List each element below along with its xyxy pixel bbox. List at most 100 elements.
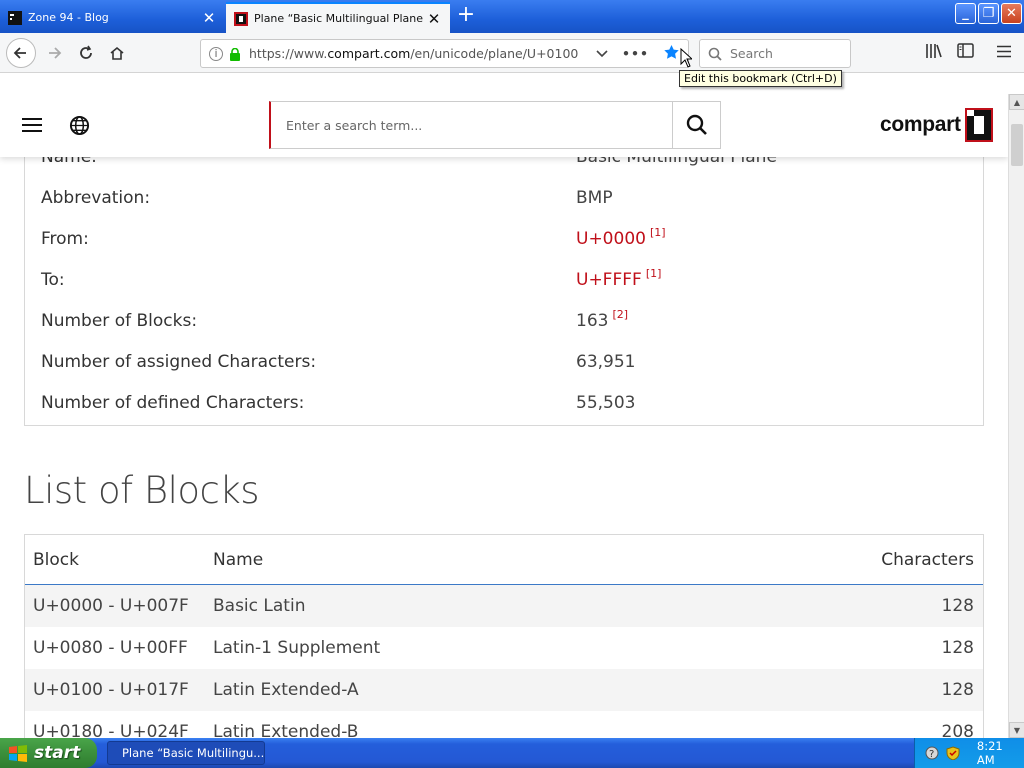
footnote-ref[interactable]: [1] bbox=[646, 267, 662, 280]
footnote-ref[interactable]: [1] bbox=[650, 226, 666, 239]
block-name: Latin-1 Supplement bbox=[213, 638, 381, 658]
property-label: To: bbox=[41, 270, 65, 290]
globe-icon[interactable] bbox=[69, 115, 90, 136]
close-tab-icon[interactable]: ✕ bbox=[199, 9, 219, 27]
taskbar-item-label: Plane “Basic Multilingu... bbox=[122, 746, 265, 760]
hamburger-menu-icon[interactable] bbox=[997, 43, 1011, 62]
block-characters: 128 bbox=[941, 596, 974, 616]
block-range: U+0180 - U+024F bbox=[33, 722, 189, 738]
browser-search-field[interactable]: Search bbox=[699, 39, 851, 68]
table-row[interactable]: U+0180 - U+024F Latin Extended-B 208 bbox=[25, 711, 983, 738]
site-search-input[interactable]: Enter a search term... bbox=[271, 102, 672, 148]
web-page: Enter a search term... compart Name: Bas… bbox=[0, 94, 1008, 738]
site-header: Enter a search term... compart bbox=[0, 94, 1008, 157]
tab-basic-multilingual-plane[interactable]: Plane “Basic Multilingual Plane” ✕ bbox=[226, 2, 450, 33]
site-menu-icon[interactable] bbox=[22, 118, 42, 132]
restore-window-button[interactable]: ❐ bbox=[978, 3, 999, 24]
start-label: start bbox=[34, 743, 81, 763]
block-name: Latin Extended-A bbox=[213, 680, 359, 700]
minimize-window-button[interactable]: _ bbox=[955, 3, 976, 24]
search-icon bbox=[686, 114, 707, 135]
windows-logo-icon bbox=[9, 745, 27, 762]
table-row[interactable]: U+0080 - U+00FF Latin-1 Supplement 128 bbox=[25, 627, 983, 669]
block-range: U+0000 - U+007F bbox=[33, 596, 189, 616]
compart-logo[interactable]: compart bbox=[880, 108, 993, 142]
back-button[interactable] bbox=[6, 38, 36, 68]
property-value: 163 [2] bbox=[576, 308, 629, 331]
system-tray: ? 8:21 AM bbox=[914, 738, 1024, 768]
scroll-down-arrow-icon[interactable]: ▼ bbox=[1009, 722, 1024, 738]
compart-logo-mark-icon bbox=[964, 108, 993, 142]
forward-button[interactable] bbox=[40, 39, 68, 67]
tab-title: Plane “Basic Multilingual Plane” bbox=[254, 12, 424, 25]
navigation-toolbar: i https://www.compart.com/en/unicode/pla… bbox=[0, 33, 1024, 73]
column-header[interactable]: Block bbox=[25, 550, 213, 570]
clock: 8:21 AM bbox=[976, 739, 1003, 767]
bookmark-tooltip: Edit this bookmark (Ctrl+D) bbox=[679, 70, 842, 87]
lock-icon[interactable] bbox=[229, 47, 241, 61]
property-value-link[interactable]: U+0000 [1] bbox=[576, 226, 666, 253]
reload-icon bbox=[80, 45, 92, 59]
new-tab-button[interactable]: + bbox=[455, 4, 477, 28]
url-bar[interactable]: i https://www.compart.com/en/unicode/pla… bbox=[200, 39, 689, 68]
block-range: U+0080 - U+00FF bbox=[33, 638, 188, 658]
tab-zone94[interactable]: Zone 94 - Blog ✕ bbox=[0, 2, 225, 33]
more-actions-icon[interactable]: ••• bbox=[622, 46, 649, 61]
bookmark-star-icon[interactable] bbox=[663, 44, 680, 63]
reload-button[interactable] bbox=[72, 39, 100, 67]
page-scrollbar[interactable]: ▲ ▼ bbox=[1008, 94, 1024, 738]
property-label: Number of Blocks: bbox=[41, 311, 198, 331]
taskbar-item-firefox[interactable]: Plane “Basic Multilingu... bbox=[107, 741, 265, 765]
scrollbar-thumb[interactable] bbox=[1011, 124, 1023, 166]
search-icon bbox=[708, 47, 722, 61]
library-icon[interactable] bbox=[925, 43, 943, 63]
help-icon[interactable]: ? bbox=[925, 746, 939, 760]
browser-tab-strip: Zone 94 - Blog ✕ Plane “Basic Multilingu… bbox=[0, 0, 1024, 33]
block-range: U+0100 - U+017F bbox=[33, 680, 189, 700]
url-text: https://www.compart.com/en/unicode/plane… bbox=[249, 46, 579, 61]
search-placeholder: Search bbox=[730, 46, 773, 61]
blocks-table: Block Name Characters U+0000 - U+007F Ba… bbox=[24, 534, 984, 738]
windows-taskbar: start Plane “Basic Multilingu... ? 8:21 … bbox=[0, 738, 1024, 768]
terminal-favicon-icon bbox=[8, 10, 22, 25]
scroll-up-arrow-icon[interactable]: ▲ bbox=[1009, 94, 1024, 110]
svg-text:?: ? bbox=[929, 749, 934, 760]
arrow-right-icon bbox=[49, 47, 62, 59]
block-characters: 128 bbox=[941, 680, 974, 700]
block-characters: 208 bbox=[941, 722, 974, 738]
site-search-button[interactable] bbox=[672, 102, 720, 148]
column-header[interactable]: Name bbox=[213, 550, 783, 570]
table-header: Block Name Characters bbox=[25, 535, 983, 585]
column-header[interactable]: Characters bbox=[783, 550, 983, 570]
property-label: Abbrevation: bbox=[41, 188, 151, 208]
property-label: Number of defined Characters: bbox=[41, 393, 305, 413]
info-icon[interactable]: i bbox=[209, 46, 223, 61]
block-name: Latin Extended-B bbox=[213, 722, 359, 738]
property-label: Number of assigned Characters: bbox=[41, 352, 317, 372]
tab-title: Zone 94 - Blog bbox=[28, 11, 109, 24]
security-shield-icon[interactable] bbox=[945, 746, 961, 760]
home-icon bbox=[110, 46, 124, 60]
property-value: 55,503 bbox=[576, 393, 636, 413]
close-tab-icon[interactable]: ✕ bbox=[424, 10, 444, 28]
close-window-button[interactable]: ✕ bbox=[1001, 3, 1022, 24]
sidebar-icon[interactable] bbox=[957, 43, 974, 62]
compart-favicon-icon bbox=[234, 11, 248, 26]
home-button[interactable] bbox=[103, 39, 131, 67]
table-row[interactable]: U+0000 - U+007F Basic Latin 128 bbox=[25, 585, 983, 627]
plane-properties-box: Name: Basic Multilingual Plane Abbrevati… bbox=[24, 134, 984, 426]
chevron-down-icon[interactable] bbox=[596, 46, 608, 61]
footnote-ref[interactable]: [2] bbox=[612, 308, 628, 321]
section-heading: List of Blocks bbox=[24, 469, 260, 512]
start-button[interactable]: start bbox=[0, 738, 97, 768]
table-row[interactable]: U+0100 - U+017F Latin Extended-A 128 bbox=[25, 669, 983, 711]
site-search: Enter a search term... bbox=[269, 101, 721, 149]
property-value: BMP bbox=[576, 188, 613, 208]
property-label: From: bbox=[41, 229, 89, 249]
block-characters: 128 bbox=[941, 638, 974, 658]
property-value: 63,951 bbox=[576, 352, 636, 372]
block-name: Basic Latin bbox=[213, 596, 306, 616]
property-value-link[interactable]: U+FFFF [1] bbox=[576, 267, 662, 294]
arrow-left-icon bbox=[13, 47, 26, 59]
mouse-cursor-icon bbox=[680, 48, 692, 68]
